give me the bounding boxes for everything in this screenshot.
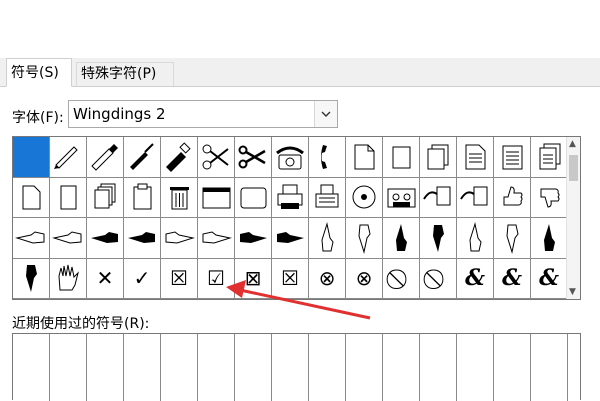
annotation-arrow [226, 280, 371, 320]
